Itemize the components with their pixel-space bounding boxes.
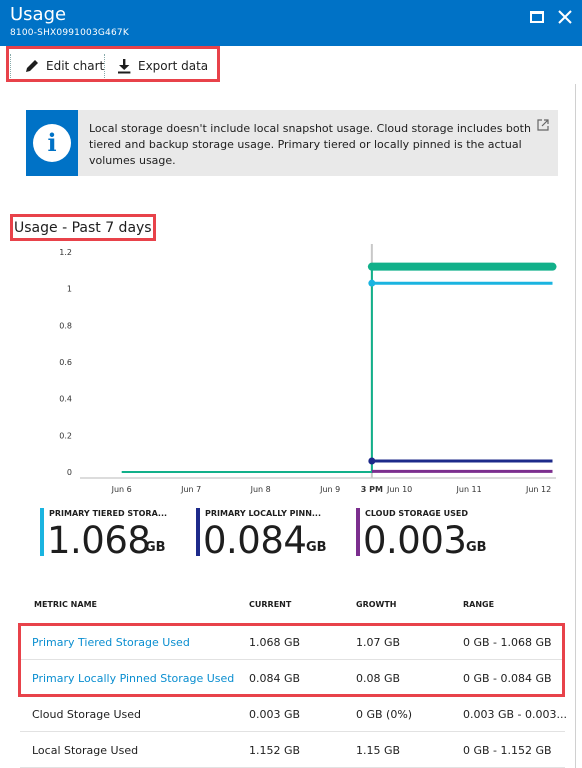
- info-banner: i Local storage doesn't include local sn…: [26, 110, 558, 176]
- legend-unit: GB: [306, 540, 327, 555]
- pencil-icon: [26, 60, 38, 72]
- info-text: Local storage doesn't include local snap…: [89, 122, 531, 167]
- current-value: 0.084 GB: [249, 672, 301, 685]
- current-value: 0.003 GB: [249, 708, 301, 721]
- legend-name: PRIMARY TIERED STORA...: [49, 509, 168, 518]
- x-tick-label: Jun 6: [111, 485, 132, 494]
- current-value: 1.152 GB: [249, 744, 301, 757]
- x-tick-label: Jun 7: [180, 485, 201, 494]
- legend-item[interactable]: PRIMARY LOCALLY PINN... 0.084 GB: [196, 508, 346, 562]
- series-marker: [368, 457, 376, 465]
- legend-value: 1.068: [47, 519, 151, 562]
- close-icon: [558, 10, 572, 24]
- maximize-button[interactable]: [528, 8, 546, 26]
- series-marker: [368, 263, 376, 271]
- chart-section-title: Usage - Past 7 days: [14, 220, 152, 236]
- legend-item[interactable]: PRIMARY TIERED STORA... 1.068 GB: [40, 508, 190, 562]
- legend-color: [196, 508, 200, 556]
- y-tick-label: 1.2: [59, 248, 72, 257]
- table-row[interactable]: Local Storage Used 1.152 GB 1.15 GB 0 GB…: [20, 732, 565, 768]
- legend-item[interactable]: CLOUD STORAGE USED 0.003 GB: [356, 508, 506, 562]
- growth-value: 1.15 GB: [356, 744, 401, 757]
- export-data-button[interactable]: Export data: [116, 54, 208, 78]
- growth-value: 0.08 GB: [356, 672, 401, 685]
- x-tick-label: Jun 12: [525, 485, 551, 494]
- toolbar: Edit chart Export data: [0, 46, 582, 84]
- range-value: 0.003 GB - 0.003...: [463, 708, 568, 721]
- column-header: METRIC NAME: [34, 600, 97, 609]
- metric-link[interactable]: Primary Tiered Storage Used: [32, 636, 190, 649]
- usage-chart[interactable]: 1.2 1 0.8 0.6 0.4 0.2 0 Jun 6 Jun 7 Jun 8 Jun 9 3 …: [0, 244, 570, 506]
- edit-chart-button[interactable]: Edit chart: [24, 54, 104, 78]
- table-row[interactable]: Primary Tiered Storage Used 1.068 GB 1.0…: [20, 624, 565, 660]
- table-header: METRIC NAME CURRENT GROWTH RANGE: [0, 590, 575, 620]
- column-header: CURRENT: [249, 600, 292, 609]
- x-tick-label: Jun 9: [319, 485, 340, 494]
- window-title: Usage: [10, 4, 67, 25]
- title-bar: Usage 8100-SHX0991003G467K: [0, 0, 582, 46]
- range-value: 0 GB - 1.152 GB: [463, 744, 552, 757]
- column-header: RANGE: [463, 600, 495, 609]
- legend-color: [356, 508, 360, 556]
- y-tick-label: 0.8: [59, 321, 72, 330]
- close-button[interactable]: [556, 8, 574, 26]
- series-line: [121, 265, 553, 473]
- range-value: 0 GB - 1.068 GB: [463, 636, 552, 649]
- y-tick-label: 0.2: [59, 431, 72, 440]
- series-marker: [368, 279, 376, 287]
- table-row[interactable]: Cloud Storage Used 0.003 GB 0 GB (0%) 0.…: [20, 696, 568, 732]
- table-row[interactable]: Primary Locally Pinned Storage Used 0.08…: [20, 660, 565, 696]
- y-tick-label: 0: [67, 468, 72, 477]
- metric-name: Local Storage Used: [32, 744, 139, 757]
- legend-unit: GB: [466, 540, 487, 555]
- legend-value: 0.084: [203, 519, 307, 562]
- metric-name: Cloud Storage Used: [32, 708, 141, 721]
- info-icon: i: [47, 128, 57, 157]
- y-tick-label: 0.6: [59, 358, 72, 367]
- legend-unit: GB: [145, 540, 166, 555]
- legend-value: 0.003: [363, 519, 467, 562]
- y-tick-label: 1: [67, 285, 72, 294]
- x-tick-label: Jun 11: [456, 485, 482, 494]
- column-header: GROWTH: [356, 600, 397, 609]
- download-icon: [118, 59, 131, 74]
- edit-chart-label: Edit chart: [46, 59, 105, 73]
- cursor-time-label: 3 PM: [361, 485, 383, 494]
- device-id: 8100-SHX0991003G467K: [10, 28, 129, 38]
- y-tick-label: 0.4: [59, 395, 72, 404]
- growth-value: 1.07 GB: [356, 636, 401, 649]
- legend-color: [40, 508, 44, 556]
- legend-name: CLOUD STORAGE USED: [365, 509, 468, 518]
- export-data-label: Export data: [138, 59, 209, 73]
- open-external-icon[interactable]: [536, 118, 550, 132]
- legend-name: PRIMARY LOCALLY PINN...: [205, 509, 322, 518]
- x-tick-label: Jun 10: [386, 485, 412, 494]
- growth-value: 0 GB (0%): [356, 708, 413, 721]
- metric-link[interactable]: Primary Locally Pinned Storage Used: [32, 672, 234, 685]
- maximize-icon: [530, 11, 544, 23]
- x-tick-label: Jun 8: [250, 485, 271, 494]
- range-value: 0 GB - 0.084 GB: [463, 672, 552, 685]
- current-value: 1.068 GB: [249, 636, 301, 649]
